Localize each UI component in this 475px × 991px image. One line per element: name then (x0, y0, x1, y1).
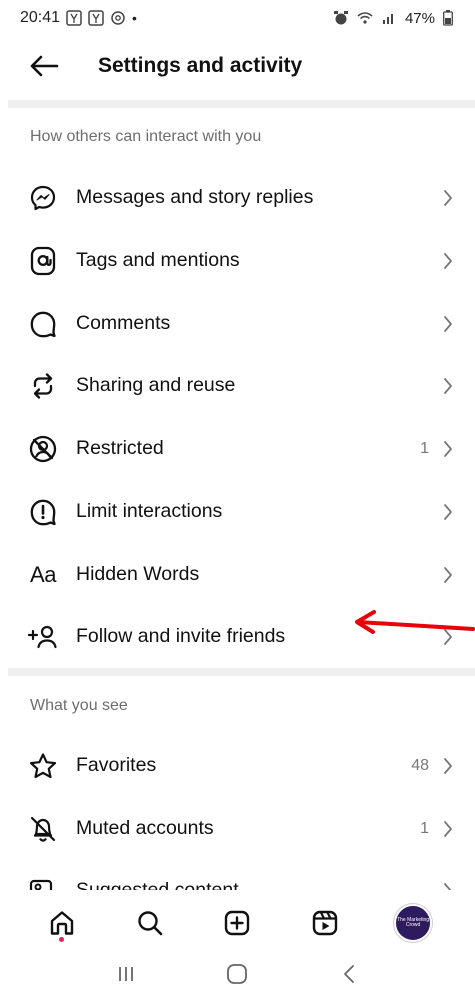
row-hidden-words[interactable]: Aa Hidden Words (0, 543, 475, 606)
chevron-right-icon (441, 756, 455, 776)
status-time: 20:41 (20, 9, 61, 26)
muted-bell-icon (28, 814, 58, 844)
page-title: Settings and activity (98, 54, 303, 77)
row-favorites[interactable]: Favorites 48 (0, 734, 475, 797)
row-suggested-content[interactable]: Suggested content (0, 859, 475, 890)
status-bar: 20:41 • 47% (0, 0, 475, 36)
chevron-right-icon (441, 251, 455, 271)
nav-create[interactable] (212, 898, 262, 948)
section-title: What you see (30, 697, 128, 714)
chevron-right-icon (441, 881, 455, 890)
at-sign-icon (28, 246, 58, 276)
threads-icon (111, 11, 125, 25)
section-title: How others can interact with you (30, 128, 262, 145)
star-icon (28, 751, 58, 781)
nav-profile[interactable]: The Marketing Crowd (388, 898, 438, 948)
row-sharing-and-reuse[interactable]: Sharing and reuse (0, 354, 475, 417)
recent-apps-icon (118, 966, 133, 981)
bottom-nav: The Marketing Crowd (0, 890, 475, 956)
wifi-icon (357, 12, 373, 24)
nav-search[interactable] (125, 898, 175, 948)
row-muted-accounts[interactable]: Muted accounts 1 (0, 797, 475, 860)
notification-icon (88, 10, 104, 26)
row-label: Favorites (76, 754, 157, 776)
system-nav-bar (0, 956, 475, 991)
avatar-text: The Marketing Crowd (397, 916, 430, 928)
system-home-button[interactable] (217, 959, 257, 989)
row-label: Suggested content (76, 879, 239, 890)
system-home-icon (227, 963, 248, 984)
hidden-words-icon: Aa (30, 561, 56, 587)
reels-icon (313, 910, 338, 936)
row-label: Tags and mentions (76, 249, 240, 271)
row-label: Limit interactions (76, 500, 223, 522)
row-tags-and-mentions[interactable]: Tags and mentions (0, 229, 475, 292)
profile-avatar: The Marketing Crowd (394, 904, 433, 942)
row-label: Hidden Words (76, 563, 200, 585)
battery-icon (443, 10, 453, 26)
back-button[interactable] (22, 44, 66, 88)
recent-apps-button[interactable] (106, 959, 146, 989)
section-divider (8, 100, 475, 108)
system-back-button[interactable] (329, 959, 369, 989)
nav-reels[interactable] (300, 898, 350, 948)
notification-dot (59, 937, 65, 942)
header: Settings and activity (0, 36, 475, 96)
row-limit-interactions[interactable]: Limit interactions (0, 480, 475, 543)
row-restricted[interactable]: Restricted 1 (0, 417, 475, 480)
chevron-right-icon (441, 439, 455, 459)
row-label: Restricted (76, 437, 164, 459)
chevron-right-icon (441, 502, 455, 522)
chevron-right-icon (441, 188, 455, 208)
share-reuse-icon (28, 371, 58, 401)
row-label: Comments (76, 312, 171, 334)
row-count: 1 (420, 819, 429, 837)
comment-bubble-icon (28, 309, 58, 339)
row-label: Sharing and reuse (76, 374, 236, 396)
row-label: Muted accounts (76, 817, 214, 839)
back-arrow-icon (30, 55, 59, 77)
dot-indicator-icon: • (132, 10, 137, 26)
alarm-icon (333, 11, 348, 25)
create-plus-icon (225, 910, 250, 936)
row-count: 48 (411, 756, 429, 774)
chevron-right-icon (441, 314, 455, 334)
system-back-icon (344, 964, 355, 983)
home-icon (50, 911, 74, 935)
chevron-right-icon (441, 819, 455, 839)
chevron-right-icon (441, 376, 455, 396)
nav-home[interactable] (37, 898, 87, 948)
section-divider (8, 668, 475, 676)
row-comments[interactable]: Comments (0, 292, 475, 355)
limit-interactions-icon (28, 497, 58, 527)
notification-icon (66, 10, 82, 26)
signal-icon (382, 14, 393, 24)
row-messages-and-story-replies[interactable]: Messages and story replies (0, 166, 475, 229)
battery-percent: 47% (404, 9, 435, 27)
messenger-icon (28, 183, 58, 213)
annotation-arrow-icon (355, 610, 475, 634)
add-person-icon (28, 622, 58, 652)
row-label: Messages and story replies (76, 186, 314, 208)
row-count: 1 (420, 439, 429, 457)
suggested-content-icon (28, 876, 58, 890)
screen-content: 20:41 • 47% Settings and activity How ot… (0, 0, 475, 890)
chevron-right-icon (441, 565, 455, 585)
restricted-icon (28, 434, 58, 464)
search-icon (137, 911, 162, 936)
